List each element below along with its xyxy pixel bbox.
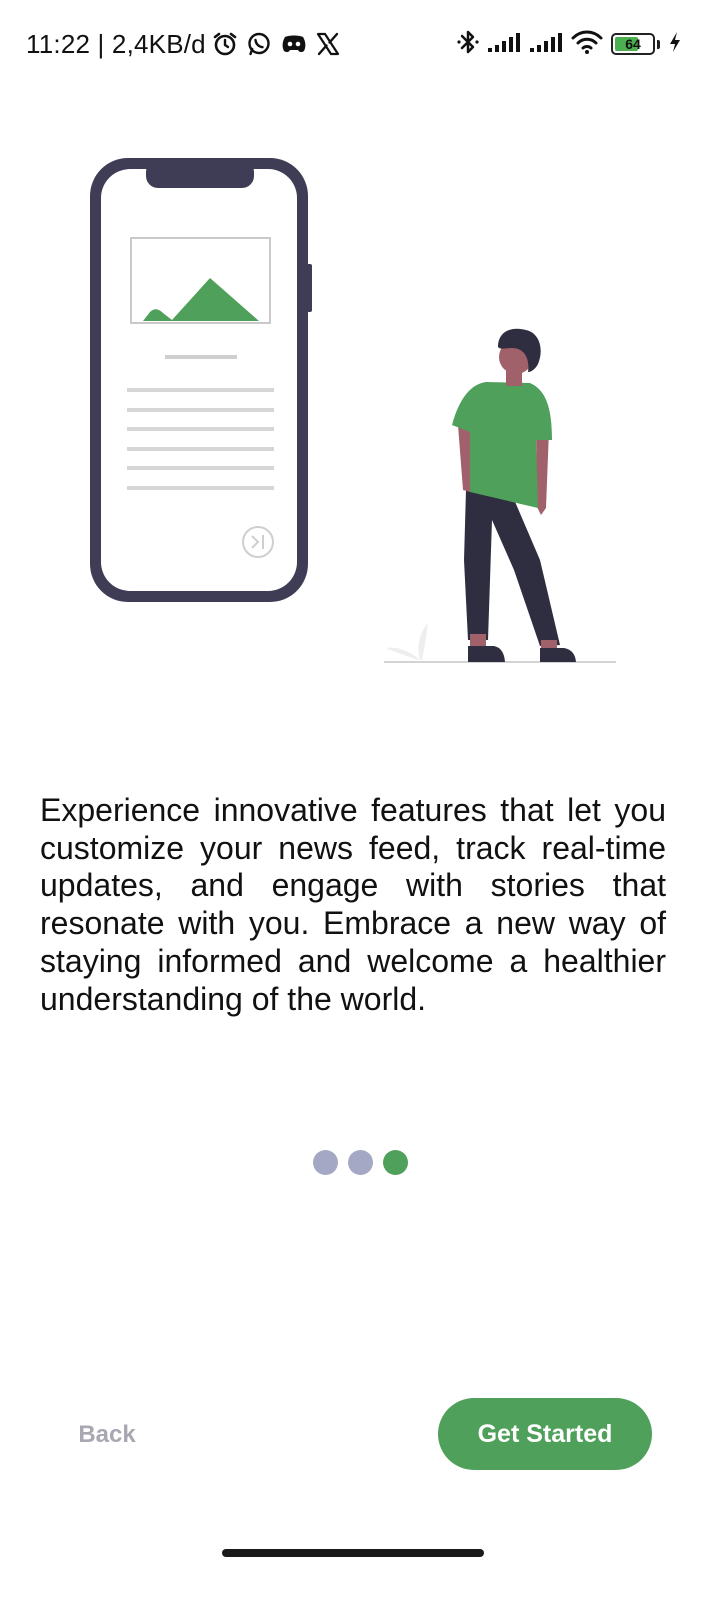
person-illustration [452, 328, 576, 662]
back-button[interactable]: Back [52, 1404, 162, 1466]
status-left: 11:22 | 2,4KB/d [26, 28, 340, 60]
wifi-icon [571, 29, 603, 60]
page-dot [347, 1150, 373, 1175]
discord-icon [280, 32, 308, 56]
get-started-button[interactable]: Get Started [438, 1398, 652, 1470]
phone-illustration [90, 158, 312, 602]
x-icon [316, 32, 340, 56]
notification-icons [212, 31, 340, 57]
whatsapp-icon [246, 31, 272, 57]
page-dot [312, 1150, 338, 1175]
page-dot-active [382, 1150, 408, 1175]
battery-level: 64 [625, 36, 641, 52]
phone-and-person-illustration [90, 158, 616, 663]
page-indicator [0, 1150, 720, 1175]
status-time: 11:22 | 2,4KB/d [26, 28, 206, 59]
alarm-icon [212, 31, 238, 57]
signal-icon [487, 30, 521, 59]
status-bar: 11:22 | 2,4KB/d 64 [0, 0, 720, 88]
status-right: 64 [457, 28, 682, 60]
signal-icon [529, 30, 563, 59]
onboarding-illustration [0, 140, 720, 680]
home-indicator[interactable] [222, 1549, 484, 1557]
battery-tip [657, 39, 660, 49]
charging-bolt-icon [668, 31, 682, 58]
battery-indicator: 64 [611, 33, 655, 55]
onboarding-description: Experience innovative features that let … [40, 792, 666, 1017]
bluetooth-icon [457, 29, 479, 60]
